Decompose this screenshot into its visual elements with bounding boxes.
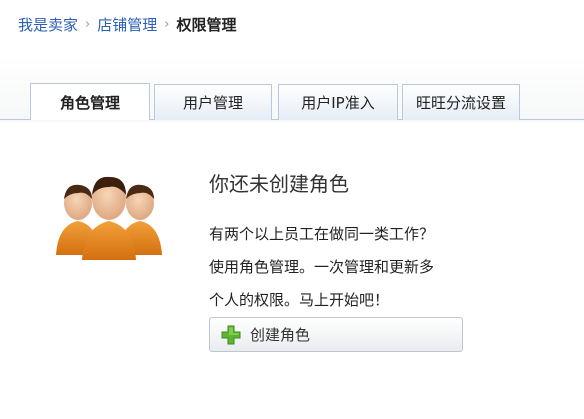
description-line: 使用角色管理。一次管理和更新多 bbox=[209, 258, 435, 276]
tab-wangwang-routing[interactable]: 旺旺分流设置 bbox=[402, 84, 520, 120]
tab-role-management[interactable]: 角色管理 bbox=[30, 83, 150, 120]
empty-state-heading: 你还未创建角色 bbox=[209, 172, 349, 196]
user-group-icon bbox=[56, 176, 162, 260]
tab-user-management[interactable]: 用户管理 bbox=[154, 84, 272, 120]
breadcrumb-link-shop-management[interactable]: 店铺管理 bbox=[97, 14, 157, 35]
plus-icon bbox=[221, 325, 241, 344]
breadcrumb-separator: › bbox=[85, 16, 91, 32]
breadcrumb: 我是卖家 › 店铺管理 › 权限管理 bbox=[0, 0, 584, 48]
create-role-label: 创建角色 bbox=[250, 326, 311, 344]
description-line: 有两个以上员工在做同一类工作？ bbox=[209, 225, 435, 243]
breadcrumb-separator: › bbox=[164, 16, 170, 32]
description-line: 个人的权限。马上开始吧！ bbox=[209, 291, 390, 309]
empty-state-description: 有两个以上员工在做同一类工作？ 使用角色管理。一次管理和更新多 个人的权限。马上… bbox=[209, 218, 499, 317]
create-role-button[interactable]: 创建角色 bbox=[209, 317, 463, 352]
breadcrumb-current: 权限管理 bbox=[176, 15, 237, 34]
breadcrumb-link-seller[interactable]: 我是卖家 bbox=[18, 14, 78, 35]
tab-user-ip-access[interactable]: 用户IP准入 bbox=[278, 84, 398, 120]
